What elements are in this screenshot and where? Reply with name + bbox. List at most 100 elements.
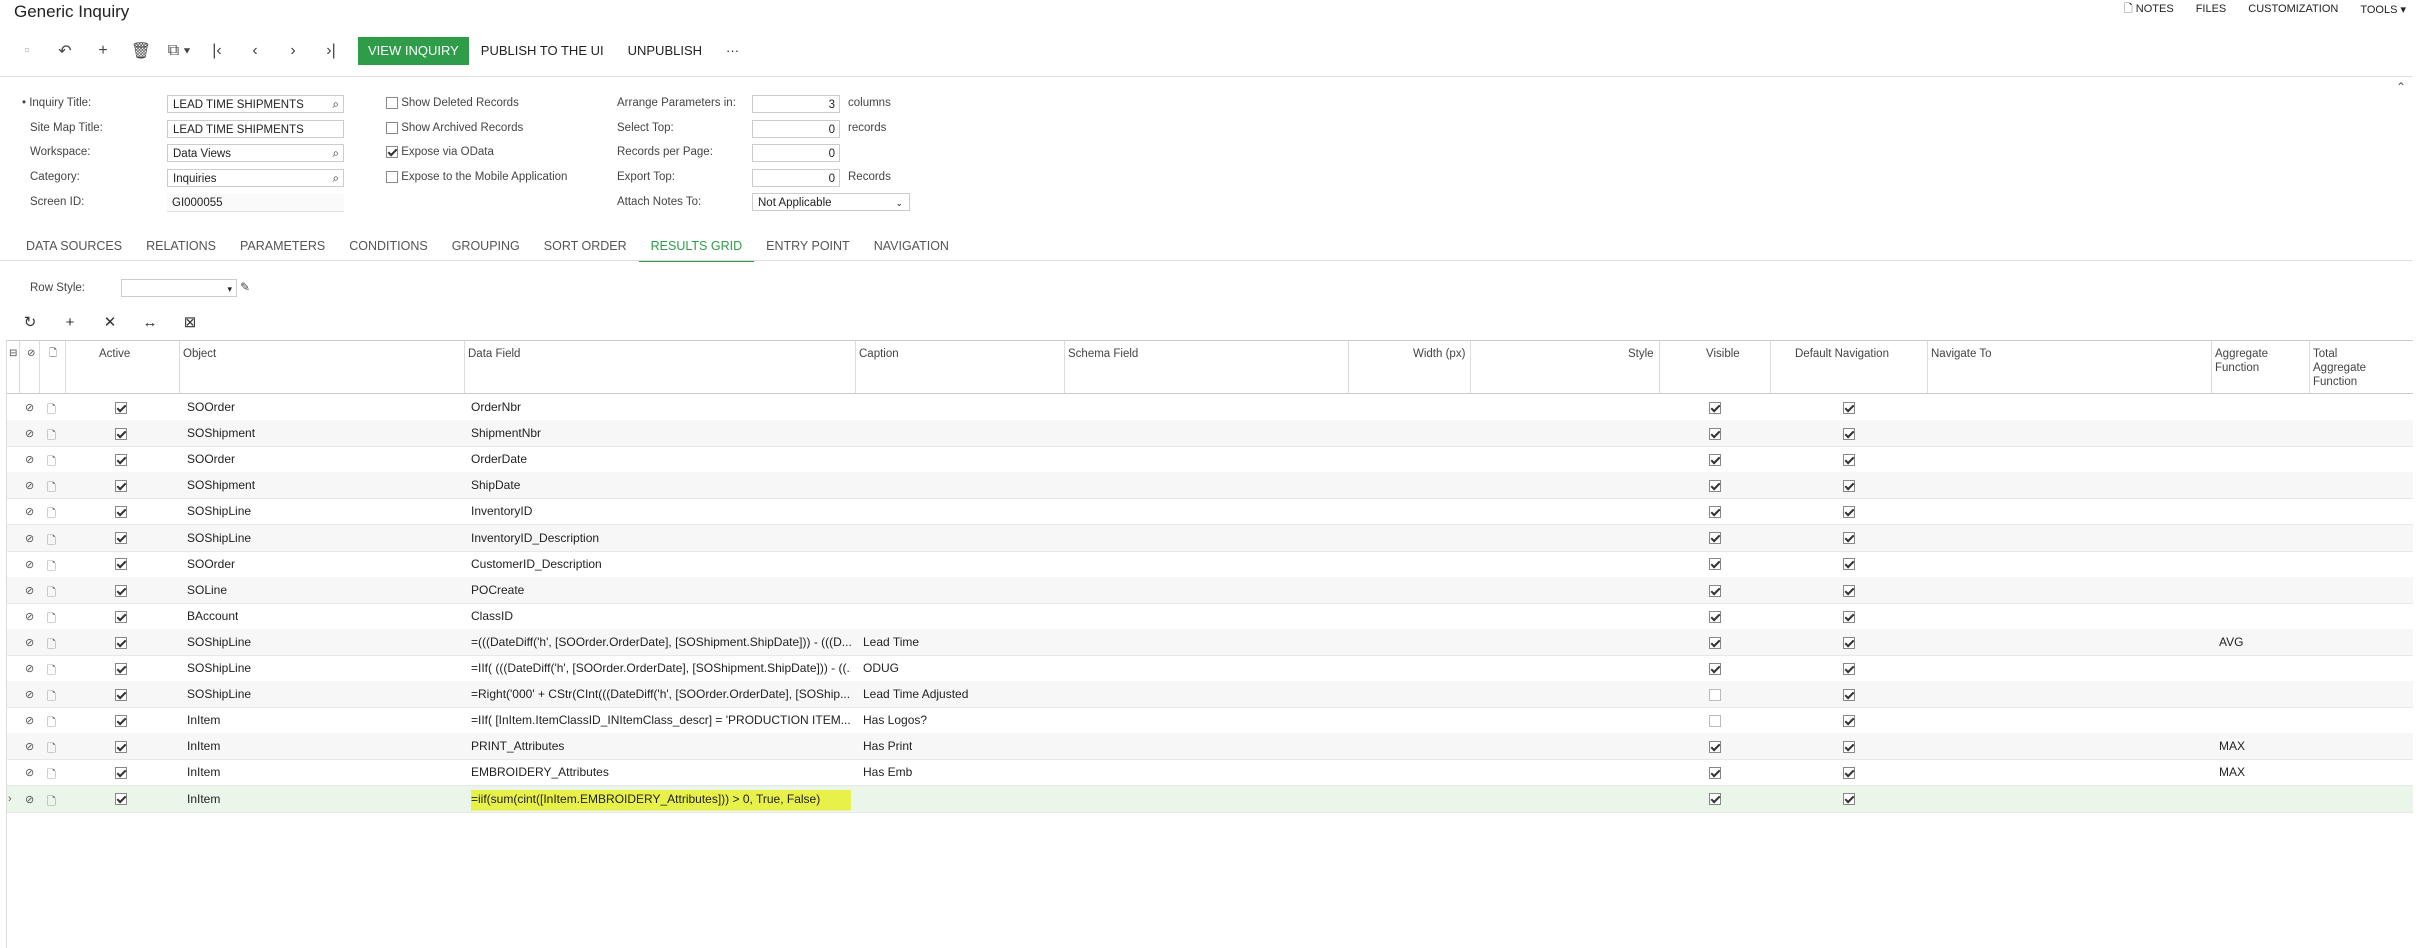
col-caption[interactable]: Caption bbox=[859, 347, 899, 361]
default-navigation-checkbox[interactable] bbox=[1843, 603, 1855, 629]
active-checkbox[interactable] bbox=[115, 446, 127, 472]
col-active[interactable]: Active bbox=[99, 347, 130, 361]
note-icon[interactable]: 🗋 bbox=[47, 740, 56, 759]
visible-checkbox[interactable] bbox=[1709, 759, 1721, 785]
note-icon[interactable]: 🗋 bbox=[47, 793, 56, 812]
row-style-select[interactable]: ▾ bbox=[121, 279, 237, 297]
note-icon[interactable]: 🗋 bbox=[47, 766, 56, 785]
note-icon[interactable]: 🗋 bbox=[47, 427, 56, 446]
add-row-icon[interactable]: + bbox=[50, 314, 90, 331]
attachment-icon[interactable]: ⊘ bbox=[25, 793, 34, 806]
col-total-aggregate[interactable]: Total Aggregate Function bbox=[2313, 347, 2366, 389]
active-checkbox[interactable] bbox=[115, 786, 127, 812]
table-row[interactable]: ⊘ 🗋 InItem PRINT_Attributes Has Print MAX bbox=[7, 733, 2413, 761]
expose-odata-option[interactable]: Expose via OData bbox=[386, 146, 494, 158]
visible-checkbox[interactable] bbox=[1709, 681, 1721, 707]
add-icon[interactable]: + bbox=[84, 37, 122, 65]
tab-relations[interactable]: RELATIONS bbox=[134, 232, 228, 260]
tools-menu[interactable]: TOOLS ▾ bbox=[2360, 3, 2406, 16]
visible-checkbox[interactable] bbox=[1709, 472, 1721, 498]
active-checkbox[interactable] bbox=[115, 577, 127, 603]
visible-checkbox[interactable] bbox=[1709, 525, 1721, 551]
refresh-icon[interactable]: ↻ bbox=[10, 313, 50, 331]
export-top-field[interactable]: 0 bbox=[752, 169, 840, 187]
visible-checkbox[interactable] bbox=[1709, 420, 1721, 446]
data-field-cell[interactable]: InventoryID_Description bbox=[471, 525, 851, 551]
data-field-cell[interactable]: ShipDate bbox=[471, 472, 851, 498]
note-icon[interactable]: 🗋 bbox=[47, 505, 56, 524]
last-record-icon[interactable]: ›| bbox=[312, 37, 350, 65]
edit-icon[interactable]: ✎ bbox=[240, 280, 250, 294]
caption-cell[interactable]: Has Print bbox=[863, 733, 912, 759]
default-navigation-checkbox[interactable] bbox=[1843, 472, 1855, 498]
more-button[interactable]: ··· bbox=[714, 37, 751, 65]
tab-conditions[interactable]: CONDITIONS bbox=[337, 232, 439, 260]
attachment-icon[interactable]: ⊘ bbox=[25, 584, 34, 597]
copy-paste-icon[interactable]: ⧉ ▾ bbox=[160, 37, 198, 65]
aggregate-cell[interactable]: MAX bbox=[2219, 733, 2245, 759]
workspace-field[interactable]: Data Views ⌕ bbox=[167, 144, 344, 162]
table-row[interactable]: ⊘ 🗋 SOShipLine =Right('000' + CStr(CInt(((D… bbox=[7, 681, 2413, 709]
active-checkbox[interactable] bbox=[115, 420, 127, 446]
default-navigation-checkbox[interactable] bbox=[1843, 551, 1855, 577]
undo-icon[interactable]: ↶ bbox=[46, 37, 84, 65]
files-link[interactable]: FILES bbox=[2196, 3, 2227, 15]
col-navigate-to[interactable]: Navigate To bbox=[1931, 347, 1992, 361]
data-field-cell[interactable]: =Right('000' + CStr(CInt(((DateDiff('h',… bbox=[471, 681, 851, 707]
active-checkbox[interactable] bbox=[115, 629, 127, 655]
default-navigation-checkbox[interactable] bbox=[1843, 786, 1855, 812]
table-row[interactable]: ⊘ 🗋 SOOrder CustomerID_Description bbox=[7, 551, 2413, 578]
export-excel-icon[interactable]: ⊠ bbox=[170, 313, 210, 331]
visible-checkbox[interactable] bbox=[1709, 551, 1721, 577]
active-checkbox[interactable] bbox=[115, 551, 127, 577]
delete-icon[interactable]: 🗑 bbox=[122, 37, 160, 65]
first-record-icon[interactable]: |‹ bbox=[198, 37, 236, 65]
data-field-cell[interactable]: OrderNbr bbox=[471, 394, 851, 420]
visible-checkbox[interactable] bbox=[1709, 577, 1721, 603]
table-row[interactable]: ⊘ 🗋 InItem =IIf( [InItem.ItemClassID_INItem… bbox=[7, 707, 2413, 735]
attach-notes-select[interactable]: Not Applicable ⌄ bbox=[752, 193, 910, 211]
default-navigation-checkbox[interactable] bbox=[1843, 420, 1855, 446]
caption-cell[interactable]: Lead Time Adjusted bbox=[863, 681, 968, 707]
col-aggregate-function[interactable]: Aggregate Function bbox=[2215, 347, 2268, 375]
data-field-cell[interactable]: POCreate bbox=[471, 577, 851, 603]
visible-checkbox[interactable] bbox=[1709, 446, 1721, 472]
attachment-icon[interactable]: ⊘ bbox=[25, 401, 34, 414]
col-default-navigation[interactable]: Default Navigation bbox=[1795, 347, 1889, 361]
expose-mobile-checkbox[interactable] bbox=[386, 171, 398, 183]
attachment-icon[interactable]: ⊘ bbox=[25, 532, 34, 545]
col-visible[interactable]: Visible bbox=[1706, 347, 1740, 361]
note-icon[interactable]: 🗋 bbox=[47, 636, 56, 655]
note-icon[interactable]: 🗋 bbox=[47, 584, 56, 603]
default-navigation-checkbox[interactable] bbox=[1843, 733, 1855, 759]
unpublish-button[interactable]: UNPUBLISH bbox=[616, 37, 714, 65]
col-width[interactable]: Width (px) bbox=[1413, 347, 1465, 361]
data-field-cell[interactable]: PRINT_Attributes bbox=[471, 733, 851, 759]
table-row[interactable]: › ⊘ 🗋 InItem =iif(sum(cint([InItem.EMBROIDER… bbox=[7, 785, 2413, 813]
data-field-cell[interactable]: =IIf( [InItem.ItemClassID_INItemClass_de… bbox=[471, 707, 851, 733]
default-navigation-checkbox[interactable] bbox=[1843, 681, 1855, 707]
expose-mobile-option[interactable]: Expose to the Mobile Application bbox=[386, 171, 567, 183]
tab-parameters[interactable]: PARAMETERS bbox=[228, 232, 337, 260]
fit-columns-icon[interactable]: ↔ bbox=[130, 314, 170, 331]
data-field-cell[interactable]: CustomerID_Description bbox=[471, 551, 851, 577]
table-row[interactable]: ⊘ 🗋 BAccount ClassID bbox=[7, 603, 2413, 630]
search-icon[interactable]: ⌕ bbox=[333, 96, 339, 114]
active-checkbox[interactable] bbox=[115, 707, 127, 733]
table-row[interactable]: ⊘ 🗋 SOOrder OrderDate bbox=[7, 446, 2413, 474]
visible-checkbox[interactable] bbox=[1709, 394, 1721, 420]
active-checkbox[interactable] bbox=[115, 472, 127, 498]
attachment-icon[interactable]: ⊘ bbox=[25, 714, 34, 727]
table-row[interactable]: ⊘ 🗋 SOShipLine InventoryID bbox=[7, 498, 2413, 526]
table-row[interactable]: ⊘ 🗋 SOShipment ShipDate bbox=[7, 472, 2413, 500]
default-navigation-checkbox[interactable] bbox=[1843, 655, 1855, 681]
active-checkbox[interactable] bbox=[115, 733, 127, 759]
attachment-icon[interactable]: ⊘ bbox=[25, 453, 34, 466]
tab-navigation[interactable]: NAVIGATION bbox=[862, 232, 961, 260]
publish-button[interactable]: PUBLISH TO THE UI bbox=[469, 37, 616, 65]
previous-record-icon[interactable]: ‹ bbox=[236, 37, 274, 65]
data-field-cell[interactable]: =IIf( (((DateDiff('h', [SOOrder.OrderDat… bbox=[471, 655, 851, 681]
customization-link[interactable]: CUSTOMIZATION bbox=[2248, 3, 2338, 15]
active-checkbox[interactable] bbox=[115, 759, 127, 785]
active-checkbox[interactable] bbox=[115, 681, 127, 707]
